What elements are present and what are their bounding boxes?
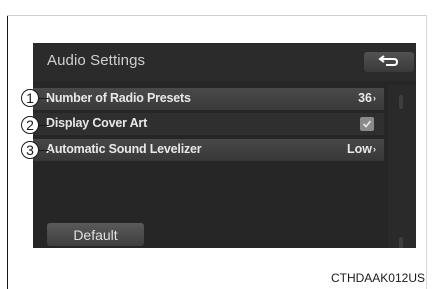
frame-border-left [7,15,8,289]
scrollbar[interactable] [388,85,416,248]
default-button-label: Default [73,227,118,243]
radio-presets-label: Number of Radio Presets [46,91,191,105]
default-button[interactable]: Default [47,223,144,246]
scroll-up-indicator[interactable] [399,95,403,109]
scroll-down-indicator[interactable] [399,237,403,248]
callout-1: 1 [21,89,39,107]
figure-caption: CTHDAAK012US [330,271,425,285]
radio-presets-value: 36› [358,91,376,105]
cover-art-checkbox[interactable] [360,117,374,131]
page-title: Audio Settings [47,52,146,69]
list-item-sound-levelizer[interactable]: Automatic Sound Levelizer Low› [33,139,384,161]
return-arrow-icon [378,55,399,66]
header-bar: Audio Settings [33,43,416,81]
callout-line-2 [39,125,49,126]
callout-3: 3 [21,141,39,159]
back-button[interactable] [364,52,414,72]
sound-levelizer-label: Automatic Sound Levelizer [46,142,202,156]
list-item-radio-presets[interactable]: Number of Radio Presets 36› [33,88,384,110]
frame-border-right [426,15,427,289]
chevron-right-icon: › [373,144,376,154]
sound-levelizer-value: Low› [347,142,376,156]
display-cover-art-label: Display Cover Art [46,116,148,130]
list-item-display-cover-art[interactable]: Display Cover Art [33,113,384,135]
frame-border-top [7,15,427,16]
callout-line-1 [39,98,49,99]
audio-settings-screen: Audio Settings Number of Radio Presets 3… [33,43,416,248]
checkmark-icon [362,120,372,128]
callout-line-3 [39,150,49,151]
chevron-right-icon: › [373,93,376,103]
callout-2: 2 [21,116,39,134]
